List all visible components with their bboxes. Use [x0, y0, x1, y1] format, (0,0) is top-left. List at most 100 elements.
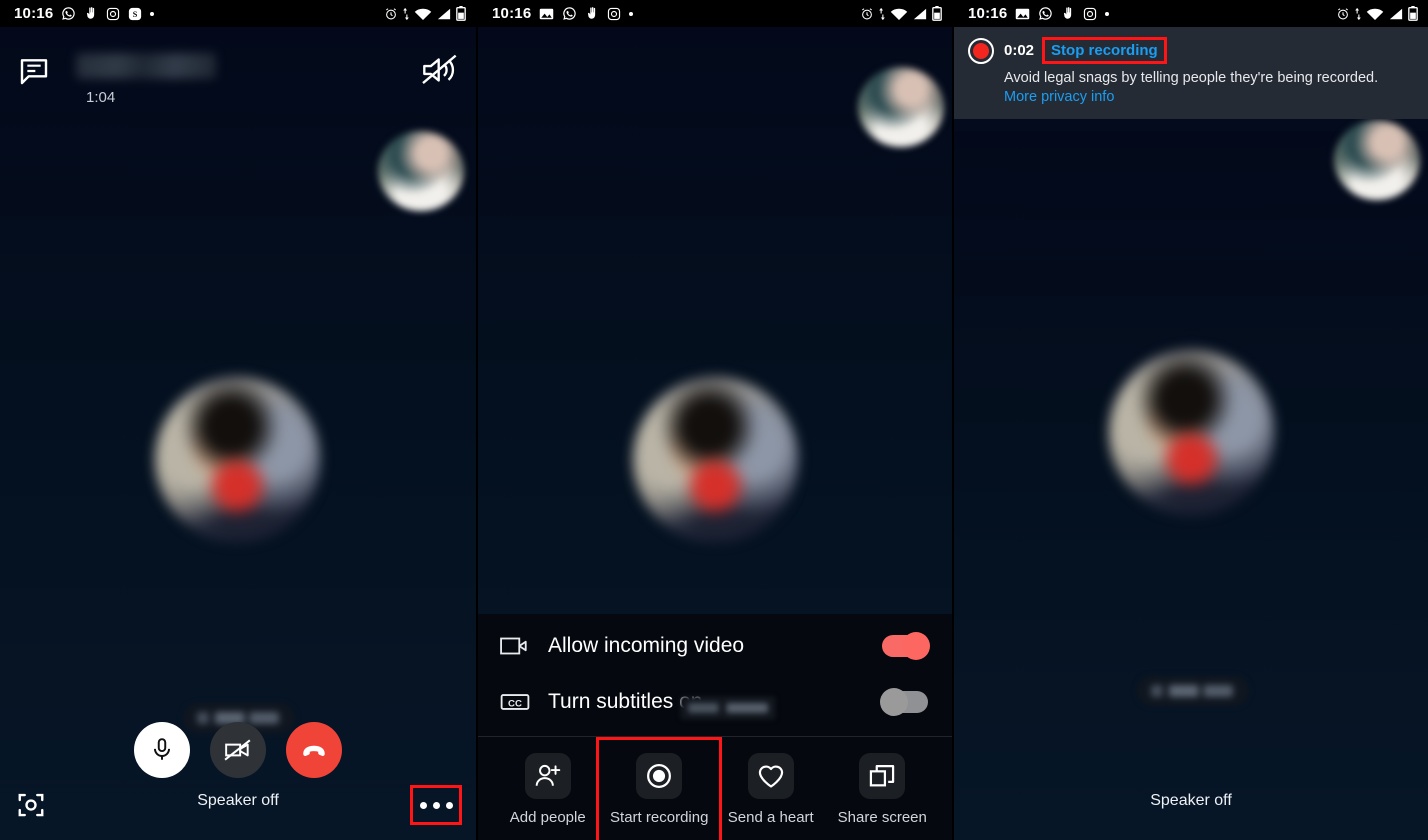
- data-transfer-icon-3: [1354, 7, 1362, 21]
- instagram-icon-2: [607, 7, 621, 21]
- skype-icon: S: [128, 7, 142, 21]
- menu-row-allow-incoming-video[interactable]: Allow incoming video: [478, 618, 952, 674]
- photos-icon-3: [1015, 7, 1030, 21]
- dot-1: [419, 801, 427, 809]
- menu-row-label-2: Turn subtitles on: [534, 690, 882, 720]
- status-bar-3: 10:16: [954, 0, 1428, 27]
- toggle-turn-subtitles-on[interactable]: [880, 688, 928, 716]
- alarm-icon-3: [1336, 7, 1350, 21]
- camera-off-button[interactable]: [210, 722, 266, 778]
- call-timer: 1:04: [86, 89, 116, 106]
- status-bar-right-2: [860, 6, 942, 21]
- battery-icon-3: [1408, 6, 1418, 21]
- action-send-a-heart[interactable]: Send a heart: [715, 753, 827, 826]
- svg-text:S: S: [133, 9, 138, 18]
- call-stage-3: Speaker off: [954, 120, 1428, 840]
- toggle-allow-incoming-video[interactable]: [882, 632, 930, 660]
- action-add-people[interactable]: Add people: [492, 753, 604, 826]
- bottom-bar-3: Speaker off: [954, 778, 1428, 840]
- wifi-icon-3: [1366, 7, 1384, 21]
- add-person-icon: [524, 753, 571, 799]
- participant-avatar-3: [1109, 350, 1274, 515]
- panel-call-screen: 10:16 S 1:04 Speaker off: [0, 0, 476, 840]
- self-view-thumbnail[interactable]: [378, 131, 464, 211]
- panel-recording-active: 10:16 0:02 Stop recording Avoid legal sn…: [952, 0, 1428, 840]
- record-dot-inner: [973, 43, 989, 59]
- more-options-button[interactable]: [410, 785, 462, 825]
- alarm-icon-2: [860, 7, 874, 21]
- toggle-rows: Allow incoming video CC Turn subtitles o…: [478, 614, 952, 736]
- recording-elapsed: 0:02: [1004, 42, 1035, 59]
- speaker-status-label: Speaker off: [197, 792, 279, 809]
- more-privacy-info-link[interactable]: More privacy info: [1004, 89, 1114, 105]
- battery-icon: [456, 6, 466, 21]
- bottom-bar: Speaker off: [0, 778, 476, 840]
- signal-icon: [436, 7, 452, 21]
- hand-icon: [84, 6, 98, 21]
- wifi-icon-2: [890, 7, 908, 21]
- action-label-add-people: Add people: [509, 809, 586, 826]
- share-screen-icon: [859, 753, 906, 799]
- recording-banner-top: 0:02 Stop recording: [1004, 37, 1414, 64]
- recording-notice-text: Avoid legal snags by telling people they…: [1004, 70, 1379, 86]
- signal-icon-3: [1388, 7, 1404, 21]
- more-dot-icon-3: [1105, 11, 1110, 16]
- record-icon: [636, 753, 683, 799]
- recording-banner: 0:02 Stop recording Avoid legal snags by…: [954, 27, 1428, 119]
- panel-options-menu: 10:16 Allow incoming video CC Turn subti…: [476, 0, 952, 840]
- hand-icon-3: [1061, 6, 1075, 21]
- menu-row-turn-subtitles-on[interactable]: CC Turn subtitles on: [478, 674, 952, 730]
- action-share-screen[interactable]: Share screen: [827, 753, 939, 826]
- dot-2: [432, 801, 440, 809]
- contact-name: [76, 53, 216, 79]
- status-bar-clock-3: 10:16: [968, 5, 1008, 22]
- status-bar-right: [384, 6, 466, 21]
- participant-name-pill-3: [1137, 676, 1249, 706]
- status-bar-clock-2: 10:16: [492, 5, 532, 22]
- status-bar: 10:16 S: [0, 0, 476, 27]
- microphone-button[interactable]: [134, 722, 190, 778]
- whatsapp-icon-2: [562, 6, 577, 21]
- svg-text:CC: CC: [508, 698, 522, 709]
- status-bar-left-2: 10:16: [492, 6, 852, 21]
- battery-icon-2: [932, 6, 942, 21]
- instagram-icon-3: [1083, 7, 1097, 21]
- hand-icon-2: [585, 6, 599, 21]
- signal-icon-2: [912, 7, 928, 21]
- self-view-thumbnail-2[interactable]: [858, 67, 944, 147]
- dot-3: [445, 801, 453, 809]
- more-dot-icon-2: [629, 11, 634, 16]
- participant-avatar: [155, 377, 320, 542]
- status-bar-right-3: [1336, 6, 1418, 21]
- overlay-name-pill: [680, 696, 776, 720]
- chat-bubble-icon[interactable]: [18, 55, 52, 89]
- alarm-icon: [384, 7, 398, 21]
- wifi-icon: [414, 7, 432, 21]
- action-start-recording[interactable]: Start recording: [604, 753, 716, 826]
- end-call-button[interactable]: [286, 722, 342, 778]
- action-label-send-a-heart: Send a heart: [727, 809, 814, 826]
- call-stage: 1:04 Speaker off: [0, 27, 476, 840]
- whatsapp-icon-3: [1038, 6, 1053, 21]
- instagram-icon: [106, 7, 120, 21]
- stop-recording-button[interactable]: Stop recording: [1042, 37, 1167, 64]
- recording-notice: Avoid legal snags by telling people they…: [1004, 69, 1414, 107]
- toggle-knob: [902, 632, 930, 660]
- status-bar-left-3: 10:16: [968, 6, 1328, 21]
- self-view-thumbnail-3[interactable]: [1334, 120, 1420, 200]
- speaker-muted-icon[interactable]: [420, 53, 460, 87]
- record-dot-icon: [968, 38, 994, 64]
- quick-actions: Add people Start recording Send a heart: [478, 737, 952, 840]
- heart-icon: [747, 753, 794, 799]
- status-bar-2: 10:16: [478, 0, 952, 27]
- action-label-start-recording: Start recording: [610, 809, 709, 826]
- more-dot-icon: [150, 11, 155, 16]
- speaker-status-label-3: Speaker off: [1150, 792, 1232, 809]
- closed-caption-icon: CC: [500, 691, 534, 713]
- photos-icon: [539, 7, 554, 21]
- toggle-knob-2: [880, 688, 908, 716]
- options-sheet: Allow incoming video CC Turn subtitles o…: [478, 614, 952, 840]
- call-header: 1:04: [18, 49, 460, 119]
- recording-banner-body: 0:02 Stop recording Avoid legal snags by…: [1004, 37, 1414, 107]
- data-transfer-icon-2: [878, 7, 886, 21]
